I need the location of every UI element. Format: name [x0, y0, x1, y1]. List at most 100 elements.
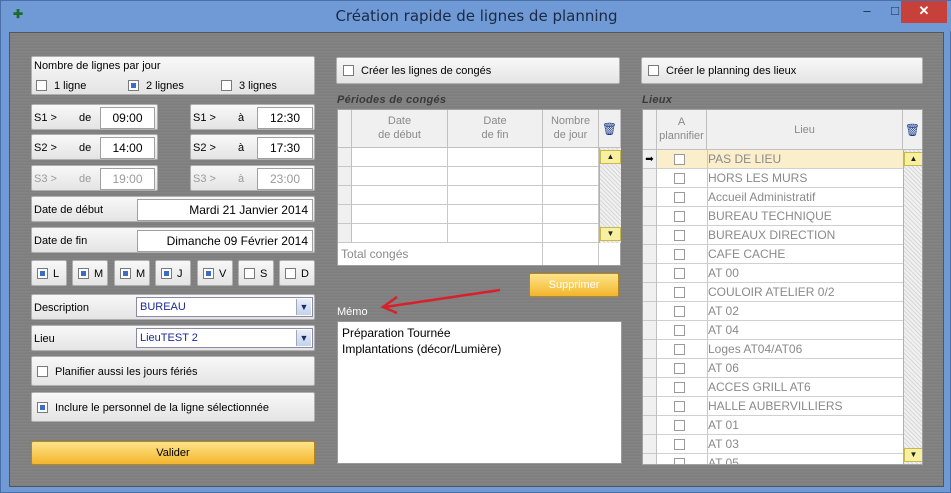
place-row[interactable]: ACCES GRILL AT6: [643, 378, 903, 397]
day-wednesday[interactable]: M: [114, 260, 150, 286]
memo-textarea[interactable]: Préparation Tournée Implantations (décor…: [337, 321, 622, 464]
three-lines-checkbox[interactable]: [221, 80, 232, 91]
row-selector[interactable]: [643, 340, 657, 359]
table-cell[interactable]: [543, 205, 599, 224]
leave-scrollbar[interactable]: ▲ ▼: [599, 148, 621, 243]
table-cell[interactable]: [352, 224, 448, 243]
row-selector[interactable]: [643, 416, 657, 435]
end-date-input[interactable]: Dimanche 09 Février 2014: [137, 230, 313, 252]
create-leave-checkbox[interactable]: [343, 65, 354, 76]
table-cell[interactable]: [352, 148, 448, 167]
place-plan-checkbox[interactable]: [674, 268, 685, 279]
place-row[interactable]: Accueil Administratif: [643, 188, 903, 207]
scroll-up-icon[interactable]: ▲: [904, 152, 922, 166]
col-to-plan[interactable]: A plannifier: [657, 110, 707, 150]
place-row[interactable]: Loges AT04/AT06: [643, 340, 903, 359]
day-sunday[interactable]: D: [279, 260, 315, 286]
day-saturday-checkbox[interactable]: [244, 268, 255, 279]
row-selector[interactable]: [643, 454, 657, 464]
table-cell[interactable]: [352, 205, 448, 224]
start-date-input[interactable]: Mardi 21 Janvier 2014: [137, 199, 313, 221]
place-plan-checkbox[interactable]: [674, 439, 685, 450]
table-cell[interactable]: [448, 148, 543, 167]
col-start-date[interactable]: Date de début: [352, 110, 448, 148]
row-selector[interactable]: [643, 397, 657, 416]
chevron-down-icon[interactable]: ▼: [296, 299, 311, 315]
shift2-to-input[interactable]: 17:30: [257, 137, 313, 159]
place-plan-checkbox[interactable]: [674, 458, 685, 464]
shift2-from-input[interactable]: 14:00: [100, 137, 155, 159]
one-line-checkbox[interactable]: [36, 80, 47, 91]
description-select[interactable]: BUREAU ▼: [136, 297, 313, 317]
scroll-down-icon[interactable]: ▼: [600, 227, 621, 241]
shift1-to-input[interactable]: 12:30: [257, 107, 313, 129]
row-selector[interactable]: [643, 245, 657, 264]
place-plan-checkbox[interactable]: [674, 154, 685, 165]
trash-icon[interactable]: 🗑: [903, 110, 922, 150]
close-button[interactable]: ✕: [901, 1, 947, 23]
trash-icon[interactable]: 🗑: [599, 110, 621, 148]
place-plan-checkbox[interactable]: [674, 420, 685, 431]
day-friday-checkbox[interactable]: [203, 268, 214, 279]
place-row[interactable]: AT 00: [643, 264, 903, 283]
row-pointer-icon[interactable]: ➡: [643, 150, 657, 169]
place-row[interactable]: AT 06: [643, 359, 903, 378]
day-tuesday[interactable]: M: [72, 260, 108, 286]
table-row[interactable]: [338, 148, 352, 167]
place-row[interactable]: AT 03: [643, 435, 903, 454]
day-saturday[interactable]: S: [238, 260, 274, 286]
create-places-checkbox[interactable]: [648, 65, 659, 76]
chevron-down-icon[interactable]: ▼: [296, 330, 311, 346]
table-cell[interactable]: [448, 224, 543, 243]
place-row[interactable]: AT 02: [643, 302, 903, 321]
place-plan-checkbox[interactable]: [674, 230, 685, 241]
day-thursday-checkbox[interactable]: [161, 268, 172, 279]
day-thursday[interactable]: J: [155, 260, 191, 286]
row-selector[interactable]: [643, 226, 657, 245]
include-staff-panel[interactable]: Inclure le personnel de la ligne sélecti…: [31, 392, 315, 422]
row-selector[interactable]: [643, 378, 657, 397]
row-selector[interactable]: [643, 264, 657, 283]
table-cell[interactable]: [352, 186, 448, 205]
shift1-from-input[interactable]: 09:00: [100, 107, 155, 129]
place-plan-checkbox[interactable]: [674, 325, 685, 336]
table-row[interactable]: [338, 167, 352, 186]
place-plan-checkbox[interactable]: [674, 211, 685, 222]
table-cell[interactable]: [448, 205, 543, 224]
table-cell[interactable]: [543, 224, 599, 243]
day-friday[interactable]: V: [197, 260, 233, 286]
row-selector[interactable]: [643, 302, 657, 321]
col-days-count[interactable]: Nombre de jour: [543, 110, 599, 148]
row-selector[interactable]: [643, 359, 657, 378]
table-cell[interactable]: [543, 167, 599, 186]
include-staff-checkbox[interactable]: [37, 402, 48, 413]
place-plan-checkbox[interactable]: [674, 382, 685, 393]
holidays-panel[interactable]: Planifier aussi les jours fériés: [31, 356, 315, 386]
table-cell[interactable]: [352, 167, 448, 186]
place-plan-checkbox[interactable]: [674, 363, 685, 374]
scroll-down-icon[interactable]: ▼: [904, 448, 922, 462]
place-plan-checkbox[interactable]: [674, 173, 685, 184]
place-plan-checkbox[interactable]: [674, 344, 685, 355]
place-row[interactable]: AT 01: [643, 416, 903, 435]
col-end-date[interactable]: Date de fin: [448, 110, 543, 148]
minimize-button[interactable]: –: [853, 1, 881, 23]
day-monday-checkbox[interactable]: [37, 268, 48, 279]
place-row[interactable]: CAFE CACHE: [643, 245, 903, 264]
day-monday[interactable]: L: [31, 260, 67, 286]
create-leave-panel[interactable]: Créer les lignes de congés: [336, 57, 620, 84]
day-wednesday-checkbox[interactable]: [120, 268, 131, 279]
place-plan-checkbox[interactable]: [674, 306, 685, 317]
place-row[interactable]: BUREAU TECHNIQUE: [643, 207, 903, 226]
place-row[interactable]: AT 05: [643, 454, 903, 464]
row-selector[interactable]: [643, 435, 657, 454]
place-plan-checkbox[interactable]: [674, 249, 685, 260]
day-sunday-checkbox[interactable]: [285, 268, 296, 279]
table-cell[interactable]: [543, 148, 599, 167]
row-selector[interactable]: [643, 188, 657, 207]
place-plan-checkbox[interactable]: [674, 287, 685, 298]
places-scrollbar[interactable]: ▲ ▼: [903, 150, 922, 464]
table-cell[interactable]: [543, 186, 599, 205]
validate-button[interactable]: Valider: [31, 441, 315, 465]
place-row[interactable]: AT 04: [643, 321, 903, 340]
